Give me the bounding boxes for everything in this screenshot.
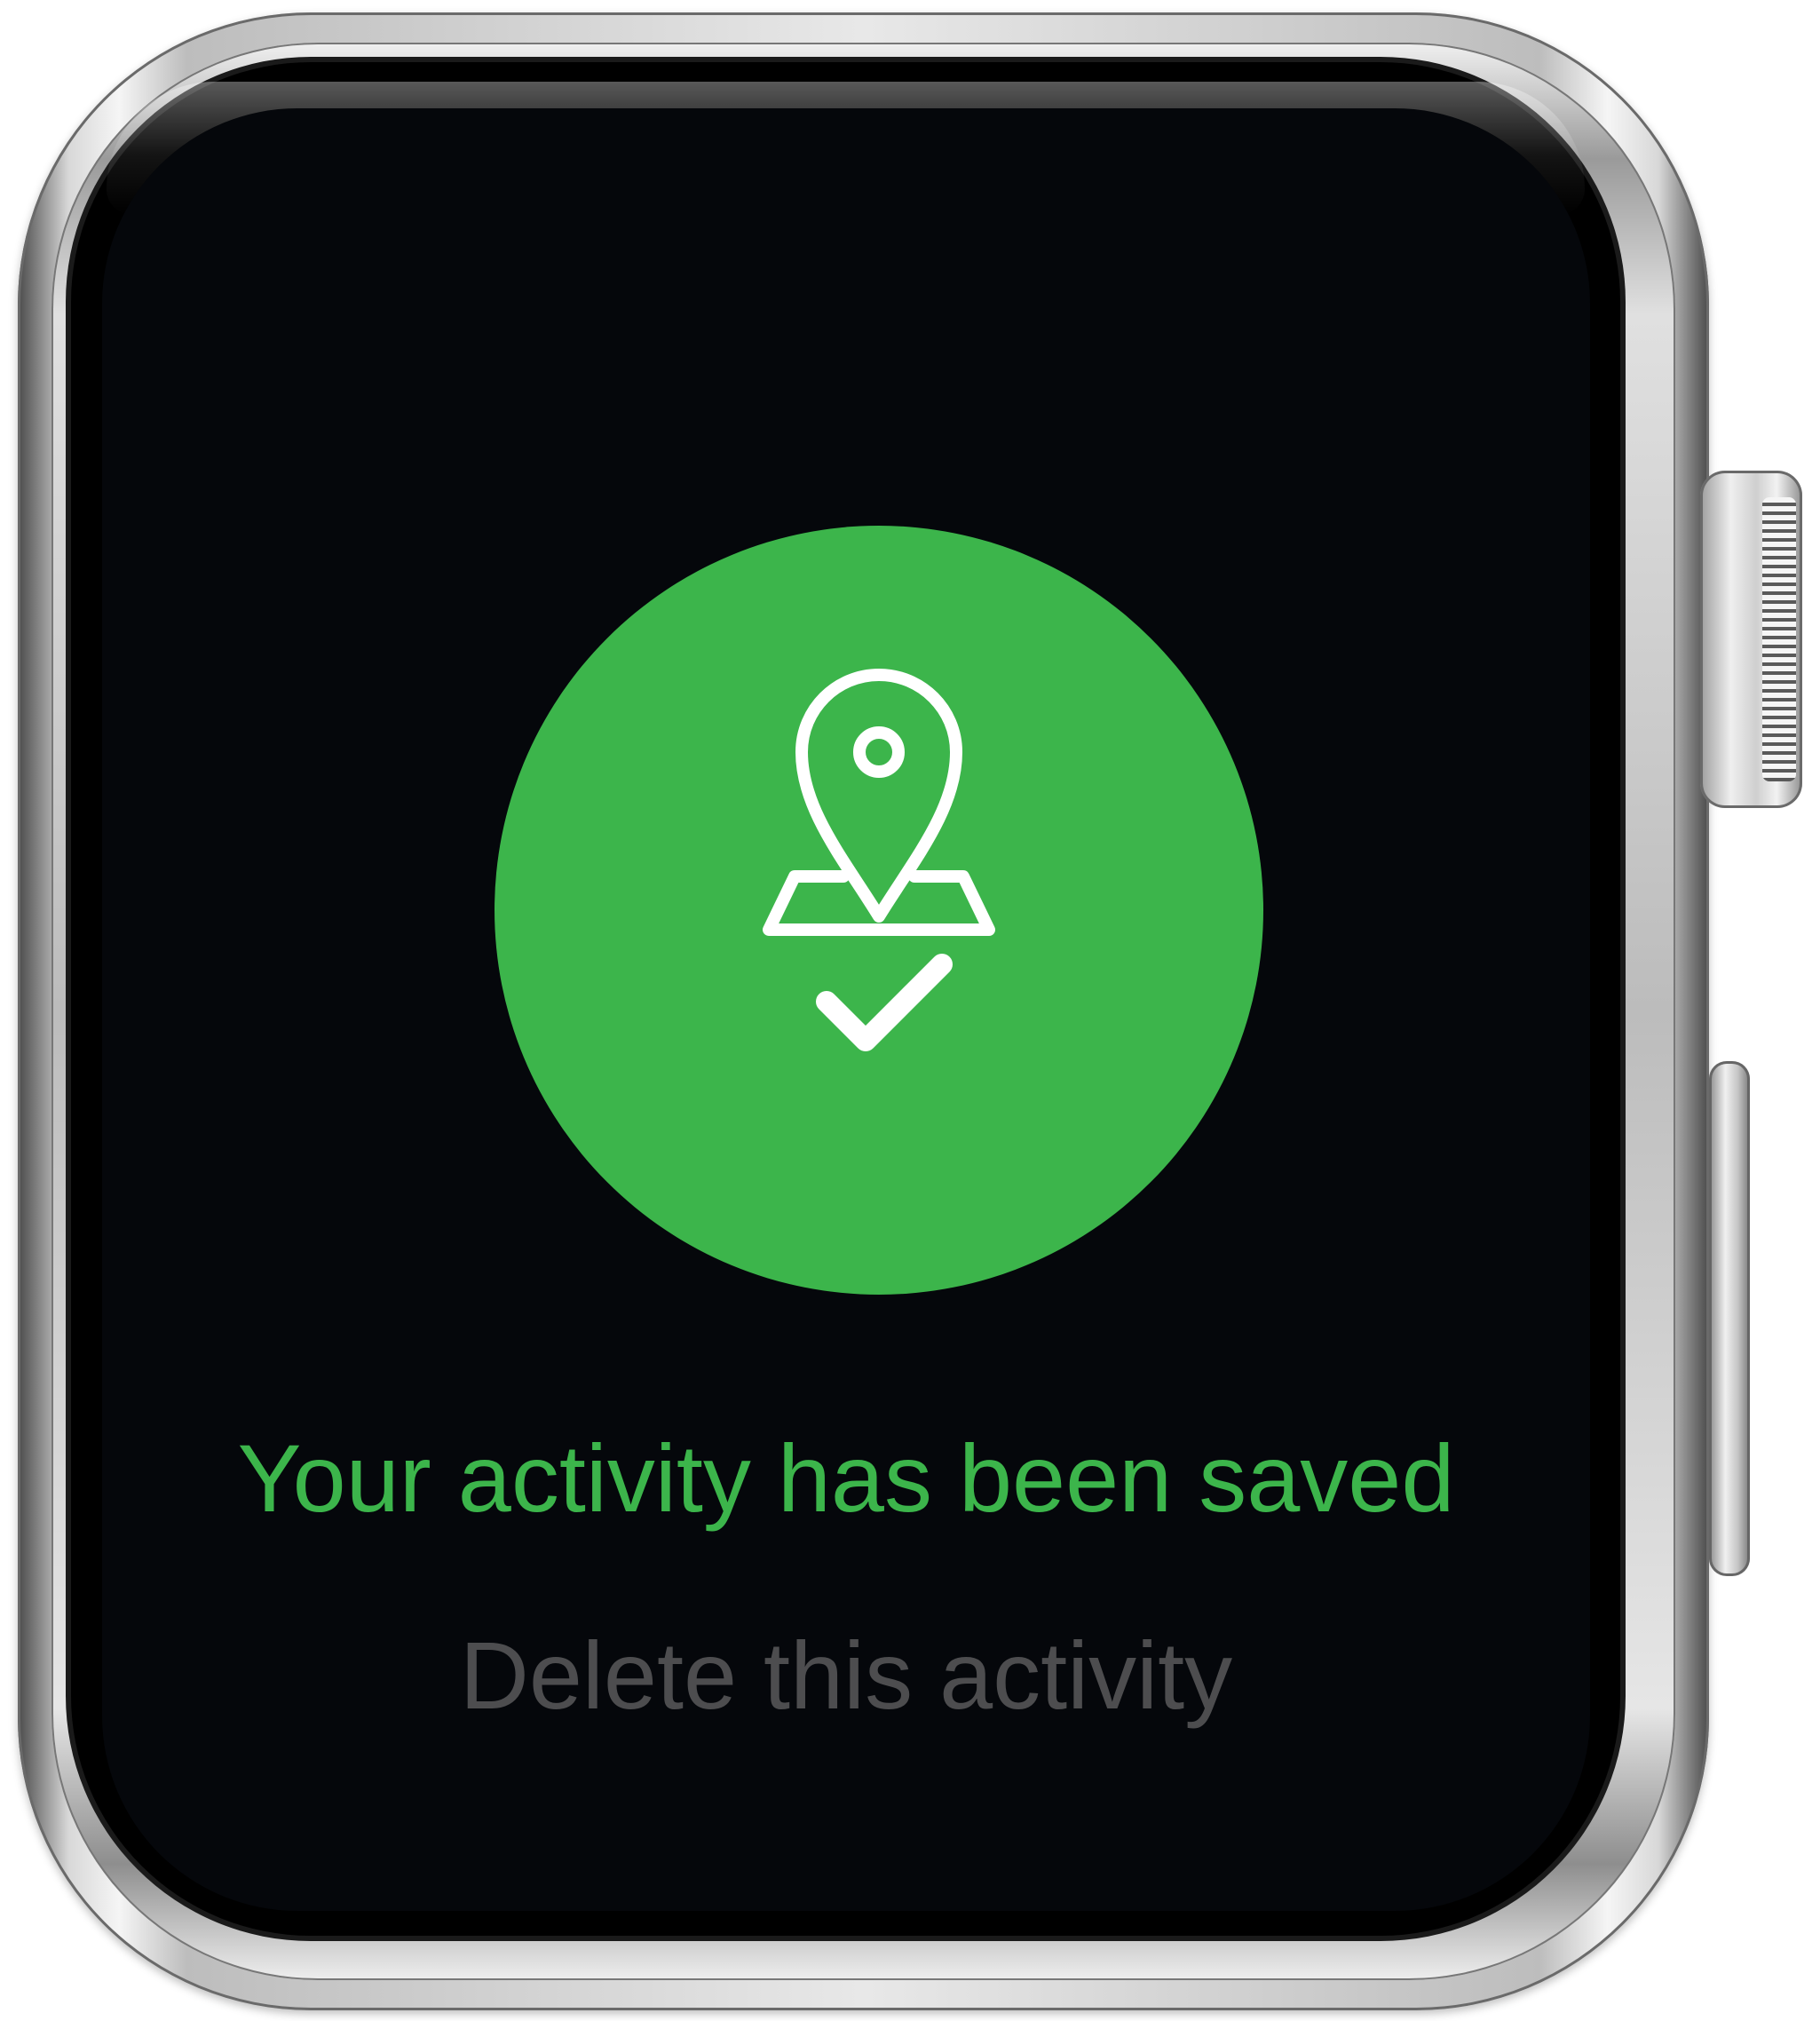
watch-screen: Your activity has been saved Delete this… (102, 108, 1590, 1911)
crown-ridges (1762, 497, 1796, 781)
activity-saved-message: Your activity has been saved (237, 1424, 1455, 1532)
side-button[interactable] (1709, 1061, 1750, 1576)
status-badge (495, 526, 1263, 1295)
delete-activity-button[interactable]: Delete this activity (102, 1618, 1590, 1733)
status-badge-graphic (495, 526, 1263, 1295)
